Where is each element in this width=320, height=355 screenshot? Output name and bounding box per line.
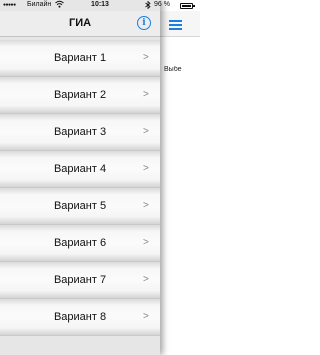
- menu-title: ГИА: [68, 17, 92, 29]
- list-item-variant-6[interactable]: Вариант 6 >: [0, 225, 160, 262]
- chevron-right-icon: >: [143, 311, 149, 322]
- list-item-variant-2[interactable]: Вариант 2 >: [0, 77, 160, 114]
- chevron-right-icon: >: [143, 163, 149, 174]
- bluetooth-icon: [145, 0, 151, 11]
- clock: 10:13: [91, 1, 109, 8]
- list-item-variant-8[interactable]: Вариант 8 >: [0, 299, 160, 336]
- chevron-right-icon: >: [143, 89, 149, 100]
- variant-list: Вариант 1 > Вариант 2 > Вариант 3 > Вари…: [0, 40, 160, 336]
- chevron-right-icon: >: [143, 52, 149, 63]
- list-item-variant-4[interactable]: Вариант 4 >: [0, 151, 160, 188]
- list-item-label: Вариант 8: [53, 311, 107, 323]
- main-header: [160, 11, 200, 37]
- list-item-variant-7[interactable]: Вариант 7 >: [0, 262, 160, 299]
- chevron-right-icon: >: [143, 274, 149, 285]
- list-item-label: Вариант 7: [53, 274, 107, 286]
- battery-percent: 96 %: [154, 1, 170, 8]
- hamburger-menu-icon[interactable]: [169, 20, 182, 30]
- list-item-label: Вариант 6: [53, 237, 107, 249]
- main-hint-text: Выбе: [164, 66, 182, 73]
- menu-header: ГИА i: [0, 11, 160, 37]
- list-item-label: Вариант 4: [53, 163, 107, 175]
- list-item-variant-3[interactable]: Вариант 3 >: [0, 114, 160, 151]
- main-content: Выбе: [160, 0, 200, 355]
- status-bar: ●●●●● Билайн 10:13 96 %: [0, 0, 200, 11]
- list-item-variant-5[interactable]: Вариант 5 >: [0, 188, 160, 225]
- side-menu: ГИА i Вариант 1 > Вариант 2 > Вариант 3 …: [0, 0, 160, 355]
- battery-icon: [180, 3, 195, 9]
- battery-fill: [182, 5, 191, 7]
- list-item-label: Вариант 1: [53, 52, 107, 64]
- list-item-label: Вариант 5: [53, 200, 107, 212]
- list-item-label: Вариант 3: [53, 126, 107, 138]
- chevron-right-icon: >: [143, 200, 149, 211]
- list-item-label: Вариант 2: [53, 89, 107, 101]
- list-item-variant-1[interactable]: Вариант 1 >: [0, 40, 160, 77]
- chevron-right-icon: >: [143, 237, 149, 248]
- chevron-right-icon: >: [143, 126, 149, 137]
- info-icon[interactable]: i: [137, 16, 151, 30]
